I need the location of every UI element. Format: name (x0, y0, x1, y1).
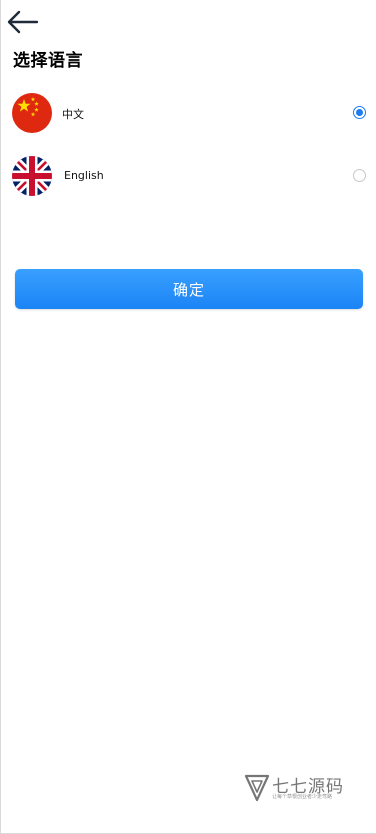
language-label-english: English (64, 169, 104, 182)
radio-english[interactable] (353, 169, 366, 182)
language-label-chinese: 中文 (62, 108, 84, 121)
radio-chinese[interactable] (353, 106, 366, 119)
china-flag-icon (12, 93, 52, 133)
arrow-left-icon (7, 10, 39, 34)
watermark-slogan: 让每个草根创业者少走弯路 (272, 794, 333, 800)
confirm-button[interactable]: 确定 (15, 269, 363, 309)
language-option-chinese[interactable]: 中文 (0, 84, 376, 144)
uk-flag-icon (12, 156, 52, 196)
language-option-english[interactable]: English (0, 147, 376, 207)
page-title: 选择语言 (13, 51, 83, 71)
back-button[interactable] (6, 8, 40, 36)
watermark: 七七源码 让每个草根创业者少走弯路 (244, 770, 354, 806)
triangle-logo-icon (244, 774, 270, 802)
